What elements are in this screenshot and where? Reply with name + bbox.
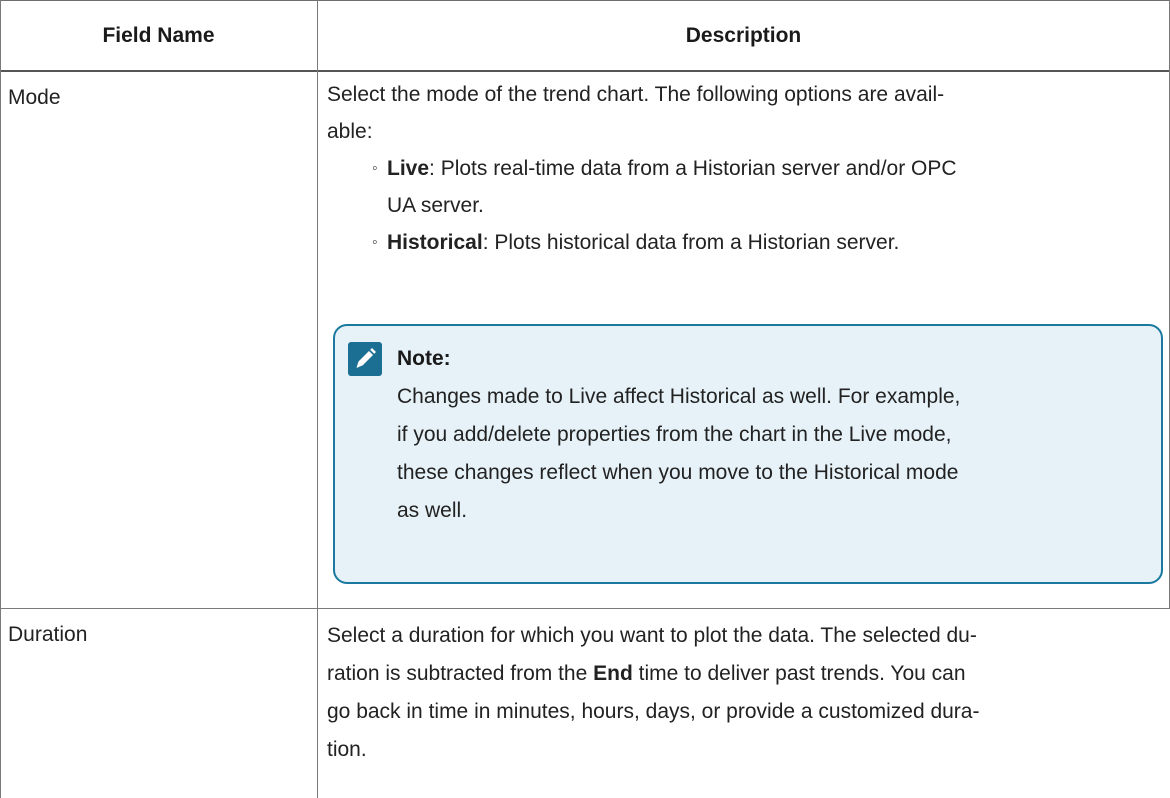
note-line-1: Changes made to Live affect Historical a… bbox=[397, 385, 961, 408]
duration-end-term: End bbox=[593, 662, 633, 685]
duration-line-2-post: time to deliver past trends. You can bbox=[632, 662, 966, 685]
hollow-bullet-icon: ◦ bbox=[372, 234, 378, 251]
table-header-row: Field Name Description bbox=[0, 0, 1170, 72]
field-name-mode: Mode bbox=[8, 86, 61, 109]
option-term-historical: Historical bbox=[387, 231, 483, 254]
option-text-live-2: UA server. bbox=[387, 194, 484, 217]
mode-intro-line-2: able: bbox=[327, 120, 373, 143]
note-line-2: if you add/delete properties from the ch… bbox=[397, 423, 952, 446]
duration-line-1: Select a duration for which you want to … bbox=[327, 624, 977, 647]
option-text-live-1: : Plots real-time data from a Historian … bbox=[429, 157, 957, 180]
duration-line-2: ration is subtracted from the End time t… bbox=[327, 655, 1162, 693]
note-line-3: these changes reflect when you move to t… bbox=[397, 461, 959, 484]
duration-line-4: tion. bbox=[327, 738, 367, 761]
option-term-live: Live bbox=[387, 157, 430, 180]
description-mode: Select the mode of the trend chart. The … bbox=[327, 76, 1157, 261]
option-text-historical: : Plots historical data from a Historian… bbox=[482, 231, 900, 254]
note-callout: Note: Changes made to Live affect Histor… bbox=[333, 324, 1163, 584]
description-duration: Select a duration for which you want to … bbox=[327, 617, 1162, 769]
table-border-left bbox=[0, 0, 1, 798]
header-field-name: Field Name bbox=[102, 24, 215, 47]
mode-intro-line-1: Select the mode of the trend chart. The … bbox=[327, 83, 945, 106]
mode-options-list: ◦ Live: Plots real-time data from a Hist… bbox=[327, 150, 1157, 261]
duration-line-2-pre: ration is subtracted from the bbox=[327, 662, 594, 685]
note-title: Note: bbox=[397, 347, 451, 370]
note-line-4: as well. bbox=[397, 499, 468, 522]
note-body: Changes made to Live affect Historical a… bbox=[397, 378, 1147, 530]
field-name-duration: Duration bbox=[8, 623, 88, 646]
field-description-table: Field Name Description Mode Select the m… bbox=[0, 0, 1170, 798]
hollow-bullet-icon: ◦ bbox=[372, 160, 378, 177]
header-description: Description bbox=[685, 24, 802, 47]
table-row-mode: Mode Select the mode of the trend chart.… bbox=[0, 72, 1170, 609]
duration-line-3: go back in time in minutes, hours, days,… bbox=[327, 700, 980, 723]
list-item-historical: ◦ Historical: Plots historical data from… bbox=[327, 224, 1157, 261]
pencil-note-icon bbox=[348, 342, 382, 376]
table-row-duration: Duration Select a duration for which you… bbox=[0, 609, 1170, 798]
column-divider bbox=[317, 0, 318, 798]
list-item-live: ◦ Live: Plots real-time data from a Hist… bbox=[327, 150, 1157, 224]
